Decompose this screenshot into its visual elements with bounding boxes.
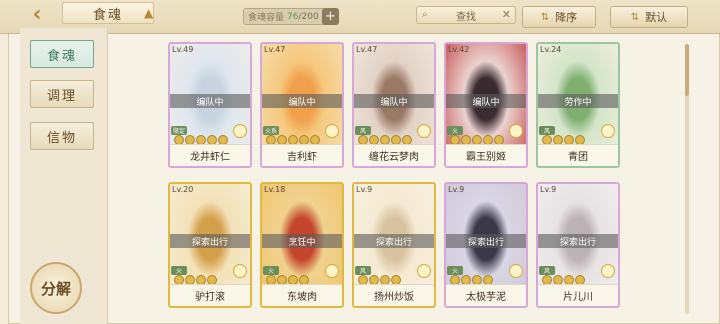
level-label: Lv.47 <box>264 45 286 54</box>
tab-food-soul[interactable]: 食魂 <box>30 40 94 68</box>
food-soul-card[interactable]: Lv.47 编队中风缠花云梦肉 <box>352 42 436 168</box>
top-bar: ‹ 食魂 ▲ 食魂容量 76 /200 + ⌕ 查找 ✕ ⇅ 降序 ⇅ 默认 <box>0 0 720 34</box>
level-label: Lv.20 <box>172 185 194 194</box>
decompose-label: 分解 <box>40 279 71 298</box>
status-badge: 劳作中 <box>538 94 618 108</box>
tab-token[interactable]: 信物 <box>30 122 94 150</box>
level-label: Lv.9 <box>448 185 465 194</box>
food-soul-card[interactable]: Lv.20 探索出行火驴打滚 <box>168 182 252 308</box>
status-badge: 编队中 <box>354 94 434 108</box>
card-name: 吉利虾 <box>262 144 342 166</box>
rarity-icon <box>325 124 339 138</box>
rarity-icon <box>417 124 431 138</box>
capacity-total: /200 <box>298 11 319 22</box>
food-soul-card[interactable]: Lv.24 劳作中风青团 <box>536 42 620 168</box>
food-soul-card[interactable]: Lv.42 编队中火霸王别姬 <box>444 42 528 168</box>
rarity-icon <box>509 264 523 278</box>
page-title: 食魂 <box>62 2 154 24</box>
level-label: Lv.9 <box>356 185 373 194</box>
food-soul-card[interactable]: Lv.9 探索出行风片儿川 <box>536 182 620 308</box>
level-label: Lv.47 <box>356 45 378 54</box>
food-soul-card[interactable]: Lv.9 探索出行火太极芋泥 <box>444 182 528 308</box>
status-badge: 探索出行 <box>170 234 250 248</box>
search-input[interactable]: ⌕ 查找 ✕ <box>416 6 516 24</box>
status-badge: 编队中 <box>170 94 250 108</box>
scrollbar[interactable] <box>685 44 689 314</box>
card-name: 霸王别姬 <box>446 144 526 166</box>
level-label: Lv.9 <box>540 185 557 194</box>
rarity-icon <box>509 124 523 138</box>
card-name: 扬州炒饭 <box>354 284 434 306</box>
sort-default-label: 默认 <box>645 11 668 24</box>
level-label: Lv.42 <box>448 45 470 54</box>
sort-desc-button[interactable]: ⇅ 降序 <box>522 6 596 28</box>
sort-default-button[interactable]: ⇅ 默认 <box>610 6 688 28</box>
scrollbar-thumb[interactable] <box>685 44 689 96</box>
card-name: 青团 <box>538 144 618 166</box>
level-label: Lv.49 <box>172 45 194 54</box>
food-soul-card[interactable]: Lv.47 编队中 火系 吉利虾 <box>260 42 344 168</box>
card-name: 太极芋泥 <box>446 284 526 306</box>
card-name: 龙井虾仁 <box>170 144 250 166</box>
capacity-label: 食魂容量 <box>248 13 285 23</box>
decompose-button[interactable]: 分解 <box>30 262 82 314</box>
card-name: 驴打滚 <box>170 284 250 306</box>
status-badge: 探索出行 <box>354 234 434 248</box>
clear-icon[interactable]: ✕ <box>502 8 511 21</box>
status-badge: 编队中 <box>446 94 526 108</box>
rarity-icon <box>417 264 431 278</box>
rarity-icon <box>233 124 247 138</box>
card-name: 缠花云梦肉 <box>354 144 434 166</box>
add-capacity-button[interactable]: + <box>322 8 339 25</box>
card-name: 片儿川 <box>538 284 618 306</box>
rarity-icon <box>325 264 339 278</box>
search-icon: ⌕ <box>422 9 428 20</box>
tab-label: 调理 <box>46 88 77 104</box>
back-arrow-icon[interactable]: ‹ <box>22 2 52 27</box>
food-soul-card[interactable]: Lv.18 烹饪中火东坡肉 <box>260 182 344 308</box>
level-label: Lv.24 <box>540 45 562 54</box>
food-soul-card[interactable]: Lv.9 探索出行风扬州炒饭 <box>352 182 436 308</box>
rarity-icon <box>233 264 247 278</box>
sort-arrows-icon: ⇅ <box>630 11 640 23</box>
status-badge: 探索出行 <box>538 234 618 248</box>
sort-arrows-icon: ⇅ <box>540 11 550 23</box>
level-label: Lv.18 <box>264 185 286 194</box>
rarity-icon <box>601 124 615 138</box>
crown-icon: ▲ <box>144 6 154 20</box>
capacity-display: 食魂容量 76 /200 + <box>243 8 339 25</box>
search-placeholder: 查找 <box>456 11 476 23</box>
status-badge: 烹饪中 <box>262 234 342 248</box>
tab-conditioning[interactable]: 调理 <box>30 80 94 108</box>
tab-label: 信物 <box>46 130 77 146</box>
card-name: 东坡肉 <box>262 284 342 306</box>
status-badge: 编队中 <box>262 94 342 108</box>
rarity-icon <box>601 264 615 278</box>
sort-desc-label: 降序 <box>555 11 578 24</box>
capacity-current: 76 <box>287 11 299 22</box>
status-badge: 探索出行 <box>446 234 526 248</box>
tab-label: 食魂 <box>46 48 77 64</box>
food-soul-card[interactable]: Lv.49 编队中 限定 龙井虾仁 <box>168 42 252 168</box>
